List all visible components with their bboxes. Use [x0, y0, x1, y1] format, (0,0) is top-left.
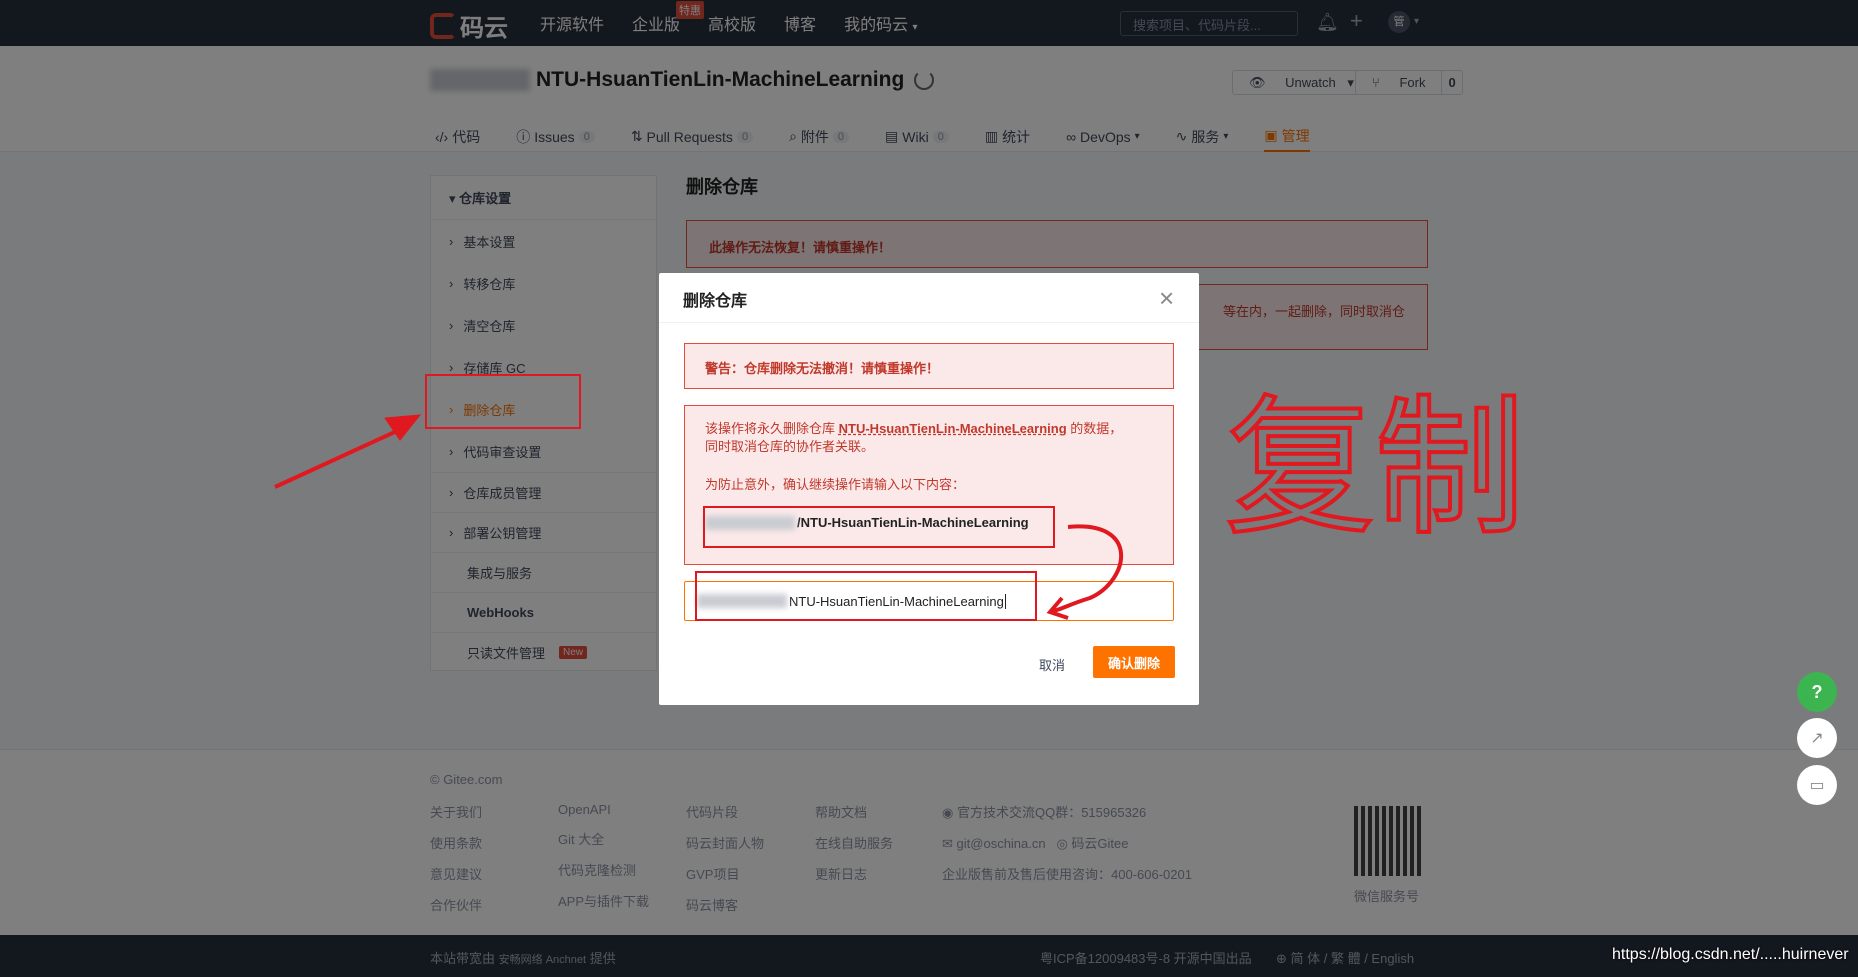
chat-icon[interactable]: ▭	[1797, 765, 1837, 805]
annotation-layer: 复制	[274, 380, 1527, 620]
help-button[interactable]: ?	[1797, 672, 1837, 712]
handwritten-copy: 复制	[1225, 382, 1525, 556]
curved-arrow	[1046, 524, 1123, 620]
share-icon[interactable]: ↗	[1797, 718, 1837, 758]
csdn-watermark: https://blog.csdn.net/.....huirnever	[1612, 946, 1849, 963]
arrow-to-sidebar	[274, 414, 422, 489]
